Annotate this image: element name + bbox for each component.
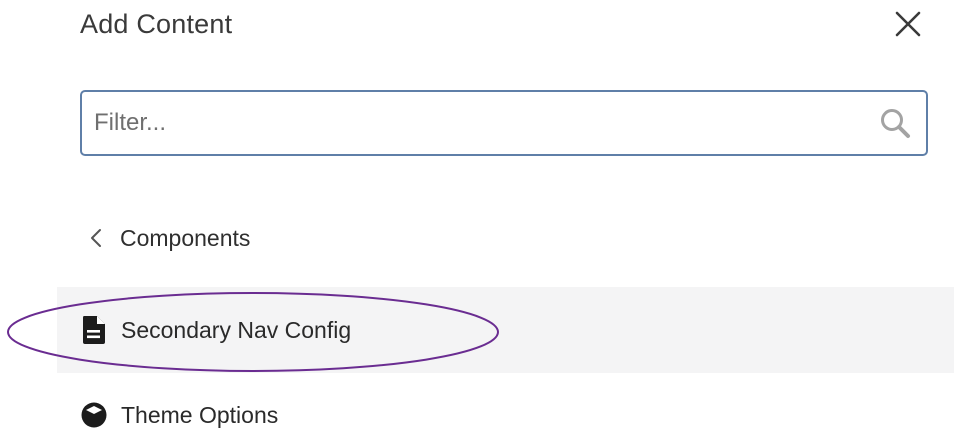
close-button[interactable]: [893, 9, 923, 39]
search-icon: [881, 109, 910, 138]
document-icon: [83, 316, 105, 344]
filter-field[interactable]: [80, 90, 928, 156]
breadcrumb-label: Components: [120, 224, 251, 251]
close-icon: [895, 11, 921, 37]
add-content-panel: Add Content Components Secondary Nav Con…: [0, 0, 954, 438]
list-item-label: Theme Options: [121, 401, 279, 428]
back-to-components[interactable]: Components: [88, 218, 250, 258]
cube-icon: [81, 402, 107, 428]
list-item-label: Secondary Nav Config: [121, 316, 352, 343]
chevron-left-icon: [91, 229, 101, 247]
filter-input[interactable]: [94, 92, 854, 154]
panel-title: Add Content: [80, 9, 233, 39]
list-item-secondary-nav-config[interactable]: Secondary Nav Config: [57, 287, 954, 373]
list-item-theme-options[interactable]: Theme Options: [57, 372, 954, 438]
